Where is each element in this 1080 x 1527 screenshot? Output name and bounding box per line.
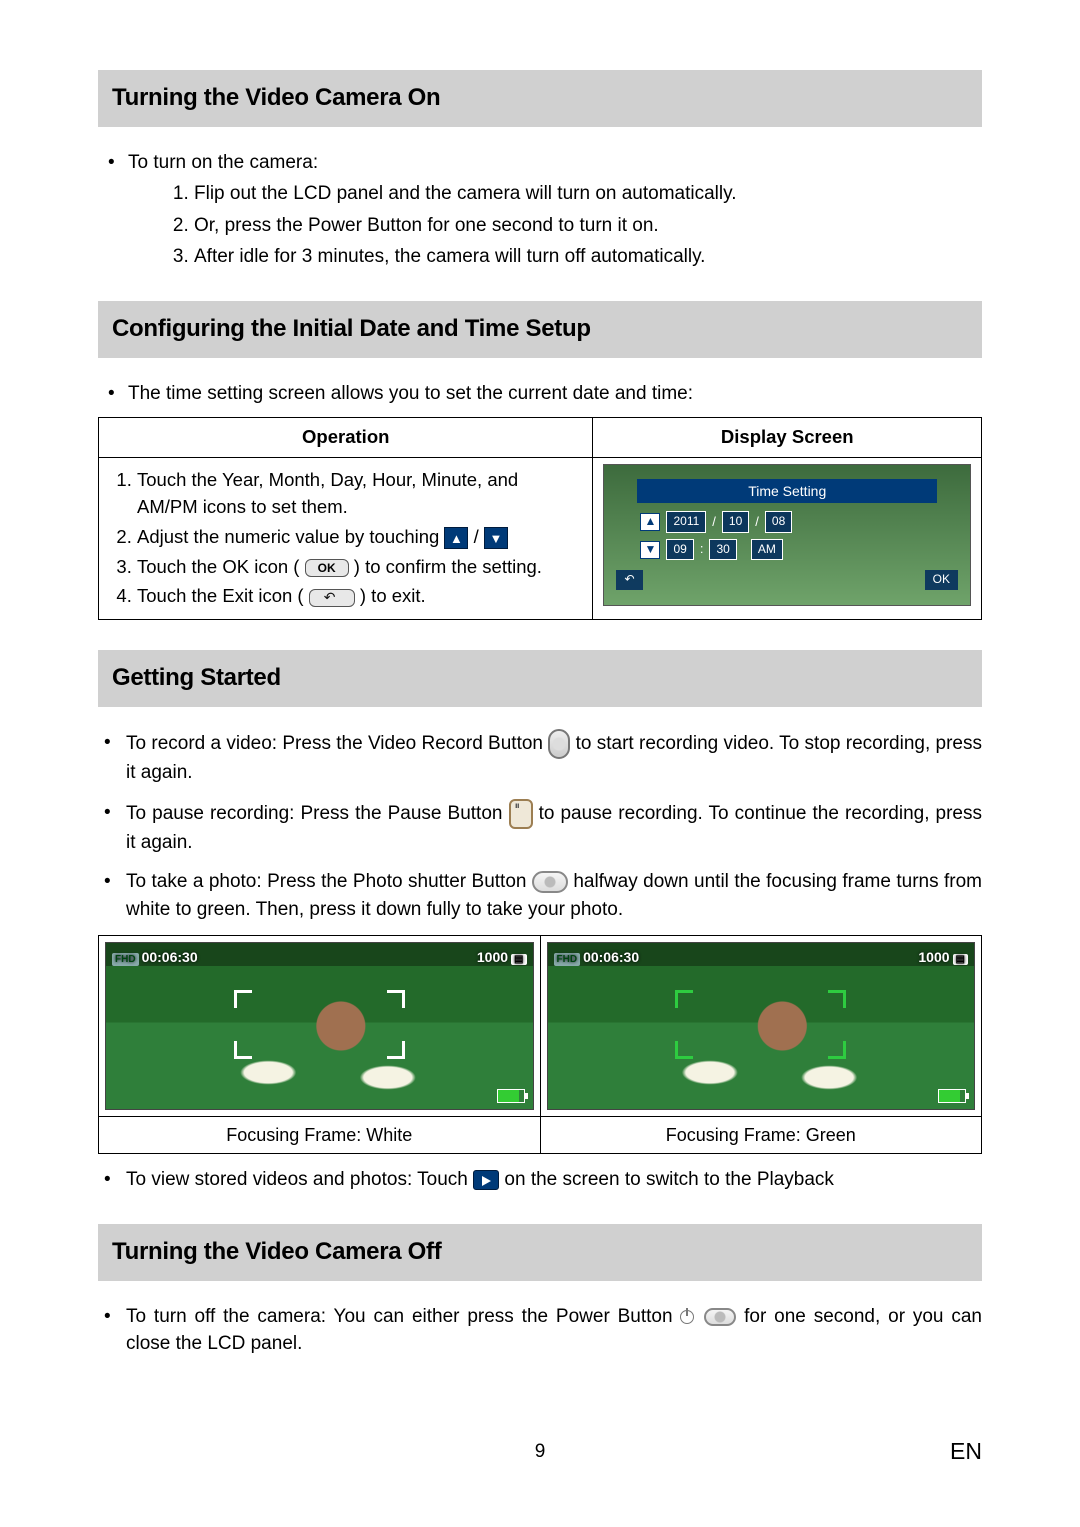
turn-on-intro: To turn on the camera: — [128, 152, 318, 173]
playback-icon — [473, 1170, 499, 1190]
gs-photo: To take a photo: Press the Photo shutter… — [98, 868, 982, 923]
gs-text: To record a video: Press the Video Recor… — [126, 733, 548, 754]
to-text: To turn off the camera: You can either p… — [126, 1306, 680, 1327]
col-display: Display Screen — [593, 418, 982, 458]
section-heading-turn-on: Turning the Video Camera On — [98, 70, 982, 127]
turn-off-item: To turn off the camera: You can either p… — [98, 1303, 982, 1358]
focus-brackets-white — [234, 990, 405, 1060]
op-step-3: Touch the OK icon ( OK ) to confirm the … — [137, 554, 582, 581]
ds-minute: 30 — [709, 539, 736, 560]
turn-on-step: Or, press the Power Button for one secon… — [194, 212, 982, 240]
op-text: Adjust the numeric value by touching — [137, 526, 444, 547]
ds-back-icon: ↶ — [616, 570, 642, 589]
op-text: / — [474, 526, 484, 547]
ds-day: 08 — [765, 511, 792, 532]
ff-count: 1000 — [477, 949, 508, 965]
section-heading-configure: Configuring the Initial Date and Time Se… — [98, 301, 982, 358]
gs-pause: To pause recording: Press the Pause Butt… — [98, 799, 982, 857]
configure-table: Operation Display Screen Touch the Year,… — [98, 417, 982, 620]
power-button-icon — [704, 1308, 736, 1326]
op-text: ) to exit. — [355, 585, 426, 606]
getting-started-list-2: To view stored videos and photos: Touch … — [98, 1166, 982, 1194]
ff-timer: 00:06:30 — [142, 949, 198, 965]
focus-frame-green-image: FHD00:06:30 1000 ▤ — [547, 942, 976, 1110]
focus-frame-white-image: FHD00:06:30 1000▤ — [105, 942, 534, 1110]
op-step-2: Adjust the numeric value by touching ▲ /… — [137, 524, 582, 551]
op-text: Touch the OK icon ( — [137, 556, 305, 577]
fhd-badge: FHD — [554, 953, 581, 966]
op-text: ) to confirm the setting. — [349, 556, 542, 577]
arrow-up-icon: ▲ — [444, 527, 468, 549]
ff-count: 1000 — [918, 949, 949, 965]
turn-on-steps: Flip out the LCD panel and the camera wi… — [128, 180, 982, 271]
gs-text: on the screen to switch to the Playback — [504, 1169, 834, 1190]
sd-card-icon: ▤ — [511, 954, 526, 965]
ds-ok-icon: OK — [925, 570, 958, 589]
ds-year: 2011 — [666, 511, 706, 532]
op-text: Touch the Exit icon ( — [137, 585, 309, 606]
turn-on-step: After idle for 3 minutes, the camera wil… — [194, 243, 982, 271]
arrow-down-icon: ▼ — [484, 527, 508, 549]
power-icon — [680, 1310, 694, 1324]
focus-frame-row: FHD00:06:30 1000▤ Focusing Frame: White … — [98, 935, 982, 1154]
gs-record: To record a video: Press the Video Recor… — [98, 729, 982, 787]
ff-timer: 00:06:30 — [583, 949, 639, 965]
ds-ampm: AM — [751, 539, 783, 560]
exit-icon — [309, 589, 355, 607]
operation-cell: Touch the Year, Month, Day, Hour, Minute… — [99, 458, 593, 620]
focus-frame-green-cell: FHD00:06:30 1000 ▤ Focusing Frame: Green — [541, 936, 982, 1153]
section-heading-turn-off: Turning the Video Camera Off — [98, 1224, 982, 1281]
configure-bullet: The time setting screen allows you to se… — [98, 380, 982, 408]
gs-text: To view stored videos and photos: Touch — [126, 1169, 473, 1190]
gs-text: To take a photo: Press the Photo shutter… — [126, 871, 532, 892]
ff-label-green: Focusing Frame: Green — [541, 1116, 982, 1153]
battery-icon — [497, 1089, 525, 1103]
ff-label-white: Focusing Frame: White — [99, 1116, 540, 1153]
gs-view: To view stored videos and photos: Touch … — [98, 1166, 982, 1194]
video-record-button-icon — [548, 729, 570, 759]
ok-icon: OK — [305, 559, 349, 577]
language-badge: EN — [950, 1435, 982, 1468]
op-step-4: Touch the Exit icon ( ) to exit. — [137, 583, 582, 610]
section-heading-getting-started: Getting Started — [98, 650, 982, 707]
ds-title: Time Setting — [637, 479, 937, 503]
page-number: 9 — [98, 1438, 982, 1466]
page-footer: 9 EN — [98, 1438, 982, 1466]
ds-month: 10 — [722, 511, 749, 532]
gs-text: To pause recording: Press the Pause Butt… — [126, 803, 509, 824]
ds-arrow-down-icon: ▼ — [640, 541, 660, 559]
turn-on-bullet: To turn on the camera: Flip out the LCD … — [98, 149, 982, 271]
display-cell: Time Setting ▲ 2011 / 10 / 08 ▼ 09 : 30 … — [593, 458, 982, 620]
ds-sep: / — [712, 513, 716, 532]
fhd-badge: FHD — [112, 953, 139, 966]
focus-frame-white-cell: FHD00:06:30 1000▤ Focusing Frame: White — [99, 936, 541, 1153]
ds-sep: / — [755, 513, 759, 532]
turn-on-step: Flip out the LCD panel and the camera wi… — [194, 180, 982, 208]
col-operation: Operation — [99, 418, 593, 458]
ds-sep: : — [700, 540, 704, 559]
turn-off-list: To turn off the camera: You can either p… — [98, 1303, 982, 1358]
configure-intro: The time setting screen allows you to se… — [128, 380, 982, 408]
sd-card-icon: ▤ — [953, 954, 968, 965]
time-setting-display: Time Setting ▲ 2011 / 10 / 08 ▼ 09 : 30 … — [603, 464, 971, 606]
getting-started-list: To record a video: Press the Video Recor… — [98, 729, 982, 923]
pause-button-icon — [509, 799, 533, 829]
ds-hour: 09 — [666, 539, 693, 560]
focus-brackets-green — [675, 990, 846, 1060]
op-step-1: Touch the Year, Month, Day, Hour, Minute… — [137, 467, 582, 521]
ds-arrow-up-icon: ▲ — [640, 513, 660, 531]
battery-icon — [938, 1089, 966, 1103]
photo-shutter-button-icon — [532, 871, 568, 893]
